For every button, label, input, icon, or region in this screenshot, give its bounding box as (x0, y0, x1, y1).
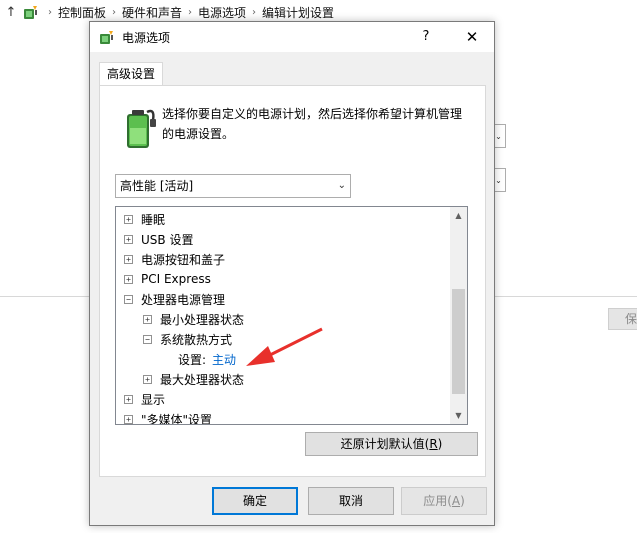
expand-icon[interactable]: + (124, 274, 133, 284)
tree-item[interactable]: + 最大处理器状态 (143, 369, 244, 389)
power-plan-selected: 高性能 [活动] (120, 179, 194, 193)
scroll-down-icon[interactable]: ▼ (450, 407, 467, 424)
apply-accesskey: A (451, 494, 461, 508)
tree-item[interactable]: − 系统散热方式 (143, 329, 232, 349)
tree-item-label: 最大处理器状态 (160, 372, 245, 387)
expand-icon[interactable]: + (124, 214, 133, 224)
breadcrumb-item-edit-plan[interactable]: 编辑计划设置 (262, 4, 334, 21)
tree-item-label: "多媒体"设置 (141, 412, 213, 425)
tree-item[interactable]: + 电源按钮和盖子 (124, 249, 225, 269)
tree-item[interactable]: + 睡眠 (124, 209, 165, 229)
tree-item[interactable]: − 处理器电源管理 (124, 289, 225, 309)
tree-item-label: 系统散热方式 (160, 332, 233, 347)
power-options-dialog: 电源选项 ? ✕ 高级设置 选择你要自定义的电源计划，然后选择你希望计算机管理的… (89, 21, 495, 526)
breadcrumb-separator-icon: › (48, 6, 52, 18)
tree-item-label: 睡眠 (141, 212, 166, 227)
collapse-icon[interactable]: − (143, 334, 152, 344)
dialog-title: 电源选项 (122, 30, 171, 45)
advanced-settings-panel: 选择你要自定义的电源计划，然后选择你希望计算机管理的电源设置。 高性能 [活动]… (99, 85, 486, 477)
tree-item-label: 电源按钮和盖子 (141, 252, 226, 267)
apply-button[interactable]: 应用(A) (401, 487, 487, 515)
breadcrumb-separator-icon: › (188, 6, 193, 18)
background-save-button[interactable]: 保 (608, 308, 637, 330)
restore-defaults-suffix: ) (437, 437, 443, 451)
tab-advanced-settings[interactable]: 高级设置 (99, 62, 163, 86)
scroll-up-icon[interactable]: ▲ (450, 207, 467, 224)
apply-label: 应用( (423, 494, 452, 508)
tree-item[interactable]: + 显示 (124, 389, 165, 409)
expand-icon[interactable]: + (124, 234, 133, 244)
restore-defaults-button[interactable]: 还原计划默认值(R) (305, 432, 478, 456)
ok-button[interactable]: 确定 (212, 487, 298, 515)
power-plan-select[interactable]: 高性能 [活动] ⌄ (115, 174, 351, 198)
expand-icon[interactable]: + (143, 374, 152, 384)
tree-item-label: 处理器电源管理 (141, 292, 226, 307)
breadcrumb-separator-icon: › (112, 6, 117, 18)
tree-item-label: 设置: (178, 352, 207, 367)
chevron-down-icon: ⌄ (337, 180, 346, 191)
restore-defaults-accesskey: R (429, 437, 438, 451)
tree-item-label: PCI Express (141, 272, 211, 286)
power-options-icon (100, 31, 113, 44)
expand-icon[interactable]: + (143, 314, 152, 324)
tree-item-label: USB 设置 (141, 232, 194, 247)
breadcrumb-item-hardware-sound[interactable]: 硬件和声音 (122, 4, 182, 21)
tree-item[interactable]: + USB 设置 (124, 229, 193, 249)
up-arrow-icon[interactable]: ↑ (0, 5, 22, 20)
expand-icon[interactable]: + (124, 254, 133, 264)
collapse-icon[interactable]: − (124, 294, 133, 304)
scrollbar-thumb[interactable] (452, 289, 465, 394)
tree-item[interactable]: + "多媒体"设置 (124, 409, 213, 425)
dialog-titlebar[interactable]: 电源选项 ? ✕ (90, 22, 494, 52)
power-options-icon (24, 6, 37, 19)
tree-item[interactable]: 设置: 主动 (178, 349, 236, 369)
breadcrumb-item-control-panel[interactable]: 控制面板 (58, 4, 106, 21)
expand-icon[interactable]: + (124, 394, 133, 404)
tree-item-label: 最小处理器状态 (160, 312, 245, 327)
close-button[interactable]: ✕ (452, 22, 492, 52)
setting-value-link[interactable]: 主动 (212, 351, 236, 368)
description-text: 选择你要自定义的电源计划，然后选择你希望计算机管理的电源设置。 (162, 107, 463, 141)
tree-item[interactable]: + 最小处理器状态 (143, 309, 244, 329)
help-button[interactable]: ? (408, 22, 444, 52)
tree-scrollbar[interactable]: ▲ ▼ (450, 207, 467, 424)
battery-power-icon (127, 109, 156, 148)
settings-tree[interactable]: + 睡眠 + USB 设置 + 电源按钮和盖子 + PCI Express − 处理器电源管理 + 最… (115, 206, 468, 425)
expand-icon[interactable]: + (124, 414, 133, 424)
cancel-button[interactable]: 取消 (308, 487, 394, 515)
restore-defaults-label: 还原计划默认值( (340, 437, 430, 451)
apply-suffix: ) (460, 494, 465, 508)
tree-item-label: 显示 (141, 392, 166, 407)
breadcrumb-item-power-options[interactable]: 电源选项 (198, 4, 246, 21)
tree-item[interactable]: + PCI Express (124, 269, 211, 289)
breadcrumb-separator-icon: › (252, 6, 257, 18)
